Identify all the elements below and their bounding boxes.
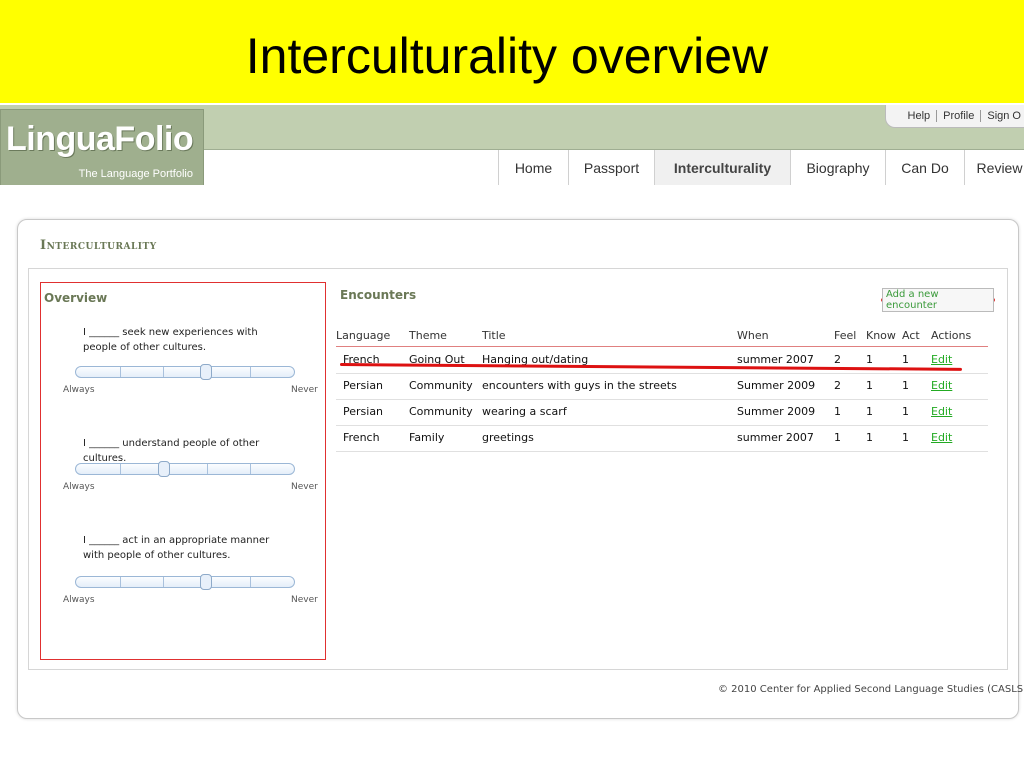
cell-theme: Family <box>409 431 445 444</box>
column-header: Actions <box>931 329 972 342</box>
slide-header: Interculturality overview <box>0 0 1024 103</box>
slider-label-never: Never <box>291 482 318 492</box>
cell-theme: Community <box>409 379 473 392</box>
column-header: Title <box>482 329 506 342</box>
cell-title: wearing a scarf <box>482 405 567 418</box>
slider-handle[interactable] <box>200 574 212 590</box>
tab-review[interactable]: Review <box>965 150 1024 185</box>
cell-act: 1 <box>902 353 909 366</box>
add-encounter-label: Add a new encounter <box>882 288 994 312</box>
cell-feel: 2 <box>834 379 841 392</box>
sign-out-link[interactable]: Sign O <box>981 110 1024 122</box>
edit-link[interactable]: Edit <box>931 431 952 444</box>
tab-passport[interactable]: Passport <box>569 150 655 185</box>
slider-tick <box>120 464 121 474</box>
slider-tick <box>207 464 208 474</box>
slider-label-always: Always <box>63 595 95 605</box>
add-encounter-button[interactable]: Add a new encounter <box>881 288 995 312</box>
overview-statement: I ______ understand people of other cult… <box>83 438 260 464</box>
cell-know: 1 <box>866 379 873 392</box>
cell-title: encounters with guys in the streets <box>482 379 677 392</box>
help-link[interactable]: Help <box>902 110 938 122</box>
slider-tick <box>163 367 164 377</box>
encounters-heading: Encounters <box>340 288 417 302</box>
cell-language: Persian <box>343 379 384 392</box>
table-row: Persian Community wearing a scarf Summer… <box>336 399 988 426</box>
frequency-slider[interactable] <box>75 574 295 590</box>
edit-link[interactable]: Edit <box>931 353 952 366</box>
frequency-slider[interactable] <box>75 364 295 380</box>
cell-know: 1 <box>866 353 873 366</box>
column-header: Know <box>866 329 896 342</box>
frequency-slider[interactable] <box>75 461 295 477</box>
cell-title: greetings <box>482 431 534 444</box>
main-tabs: Home Passport Interculturality Biography… <box>498 150 1024 185</box>
cell-when: summer 2007 <box>737 431 814 444</box>
overview-heading: Overview <box>44 291 108 305</box>
overview-box: Overview I ______ seek new experiences w… <box>40 282 326 660</box>
slider-label-always: Always <box>63 482 95 492</box>
slide-title: Interculturality overview <box>245 28 769 84</box>
table-row: French Family greetings summer 2007 1 1 … <box>336 425 988 452</box>
slider-tick <box>250 464 251 474</box>
cell-feel: 1 <box>834 405 841 418</box>
cell-language: French <box>343 431 380 444</box>
cell-language: Persian <box>343 405 384 418</box>
tab-home[interactable]: Home <box>499 150 569 185</box>
table-row: Persian Community encounters with guys i… <box>336 373 988 400</box>
profile-link[interactable]: Profile <box>937 110 982 122</box>
column-header: Language <box>336 329 391 342</box>
inner-box: Overview I ______ seek new experiences w… <box>28 268 1008 670</box>
cell-feel: 2 <box>834 353 841 366</box>
edit-link[interactable]: Edit <box>931 405 952 418</box>
slider-label-never: Never <box>291 385 318 395</box>
cell-when: Summer 2009 <box>737 405 816 418</box>
overview-statement: I ______ act in an appropriate manner wi… <box>83 535 270 561</box>
column-header: Feel <box>834 329 857 342</box>
overview-statement: I ______ seek new experiences with peopl… <box>83 327 258 353</box>
top-links: Help Profile Sign O <box>884 105 1024 128</box>
slider-label-always: Always <box>63 385 95 395</box>
slider-tick <box>250 577 251 587</box>
app-header: LinguaFolio The Language Portfolio Help … <box>0 105 1024 185</box>
tab-interculturality[interactable]: Interculturality <box>655 150 791 185</box>
logo-title: LinguaFolio <box>6 120 194 158</box>
column-header: When <box>737 329 769 342</box>
cell-act: 1 <box>902 405 909 418</box>
column-header: Act <box>902 329 920 342</box>
tab-can-do[interactable]: Can Do <box>886 150 965 185</box>
content-panel: Interculturality Overview I ______ seek … <box>17 219 1024 719</box>
footer-copyright: © 2010 Center for Applied Second Languag… <box>718 684 1024 695</box>
section-title: Interculturality <box>40 238 157 253</box>
slider-label-never: Never <box>291 595 318 605</box>
cell-when: summer 2007 <box>737 353 814 366</box>
slider-tick <box>120 367 121 377</box>
slider-tick <box>120 577 121 587</box>
slider-tick <box>250 367 251 377</box>
cell-feel: 1 <box>834 431 841 444</box>
slider-handle[interactable] <box>158 461 170 477</box>
edit-link[interactable]: Edit <box>931 379 952 392</box>
logo-subtitle: The Language Portfolio <box>78 168 193 180</box>
cell-know: 1 <box>866 405 873 418</box>
cell-act: 1 <box>902 431 909 444</box>
column-header: Theme <box>409 329 447 342</box>
cell-act: 1 <box>902 379 909 392</box>
logo[interactable]: LinguaFolio The Language Portfolio <box>0 109 204 185</box>
tab-biography[interactable]: Biography <box>791 150 886 185</box>
cell-know: 1 <box>866 431 873 444</box>
cell-when: Summer 2009 <box>737 379 816 392</box>
slider-tick <box>163 577 164 587</box>
slider-handle[interactable] <box>200 364 212 380</box>
cell-theme: Community <box>409 405 473 418</box>
